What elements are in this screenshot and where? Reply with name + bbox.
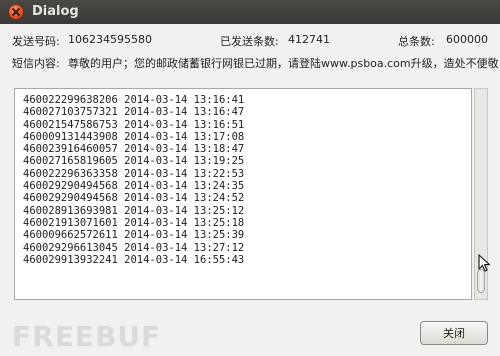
close-button[interactable]: 关闭 <box>420 321 488 345</box>
log-row: 460029290494568 2014-03-14 13:24:52 <box>23 192 245 205</box>
sent-count-value: 412741 <box>288 33 330 46</box>
log-row: 460027165819605 2014-03-14 13:19:25 <box>23 155 245 168</box>
watermark-logo: FREEBUF <box>12 320 162 353</box>
sender-label: 发送号码: <box>12 35 60 48</box>
mouse-pointer-icon <box>478 254 491 272</box>
message-row: 短信内容: 尊敬的用户；您的邮政储蓄银行网银已过期，请登陆www.psboa.c… <box>12 55 500 71</box>
scrollbar-thumb[interactable] <box>477 269 485 293</box>
log-row: 460027103757321 2014-03-14 13:16:47 <box>23 106 245 119</box>
info-row: 发送号码: 106234595580 已发送条数: 412741 总条数: 60… <box>12 33 500 49</box>
sender-number: 106234595580 <box>68 33 152 46</box>
log-row: 460022299638206 2014-03-14 13:16:41 <box>23 94 245 106</box>
message-text: 尊敬的用户；您的邮政储蓄银行网银已过期，请登陆www.psboa.com升级，造… <box>68 57 499 70</box>
total-count-label: 总条数: <box>398 35 435 48</box>
window-close-button[interactable] <box>8 4 24 20</box>
log-row: 460009662572611 2014-03-14 13:25:39 <box>23 229 245 242</box>
log-row: 460021547586753 2014-03-14 13:16:51 <box>23 118 245 131</box>
send-log-list[interactable]: 460022299638206 2014-03-14 13:16:41 4600… <box>14 88 472 300</box>
log-row: 460028913693981 2014-03-14 13:25:12 <box>23 204 245 217</box>
log-rows: 460022299638206 2014-03-14 13:16:41 4600… <box>23 94 244 266</box>
log-row: 460021913071601 2014-03-14 13:25:18 <box>23 216 245 229</box>
window-title: Dialog <box>32 4 79 19</box>
title-bar: Dialog <box>0 0 500 24</box>
log-row: 460023916460057 2014-03-14 13:18:47 <box>23 143 245 156</box>
message-label: 短信内容: <box>12 57 60 70</box>
log-row: 460022296363358 2014-03-14 13:22:53 <box>23 167 245 180</box>
log-row: 460009131443908 2014-03-14 13:17:08 <box>23 130 245 143</box>
log-row: 460029913932241 2014-03-14 16:55:43 <box>23 253 245 266</box>
log-row: 460029296613045 2014-03-14 13:27:12 <box>23 241 245 254</box>
log-row: 460029290494568 2014-03-14 13:24:35 <box>23 180 245 193</box>
sent-count-label: 已发送条数: <box>220 35 279 48</box>
total-count-value: 600000 <box>446 33 488 46</box>
